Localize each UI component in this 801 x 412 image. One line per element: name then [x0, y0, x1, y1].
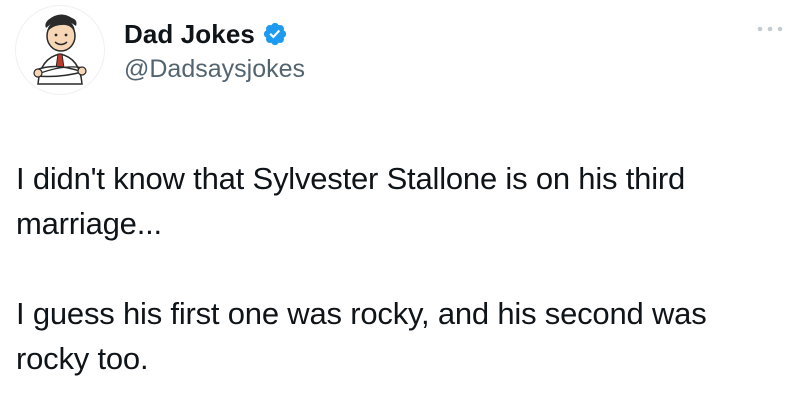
tweet-card: Dad Jokes @Dadsaysjokes I didn't know th… [0, 0, 801, 412]
author-avatar[interactable] [16, 6, 104, 94]
tweet-body: I didn't know that Sylvester Stallone is… [16, 156, 776, 381]
tweet-paragraph: I guess his first one was rocky, and his… [16, 296, 715, 376]
cartoon-dad-avatar-icon [33, 14, 87, 85]
more-options-icon[interactable] [755, 22, 785, 36]
author-handle[interactable]: @Dadsaysjokes [124, 55, 305, 84]
author-name-row[interactable]: Dad Jokes [124, 12, 288, 56]
tweet-paragraph: I didn't know that Sylvester Stallone is… [16, 161, 694, 241]
author-display-name[interactable]: Dad Jokes [124, 19, 255, 50]
verified-badge-icon[interactable] [262, 21, 288, 47]
